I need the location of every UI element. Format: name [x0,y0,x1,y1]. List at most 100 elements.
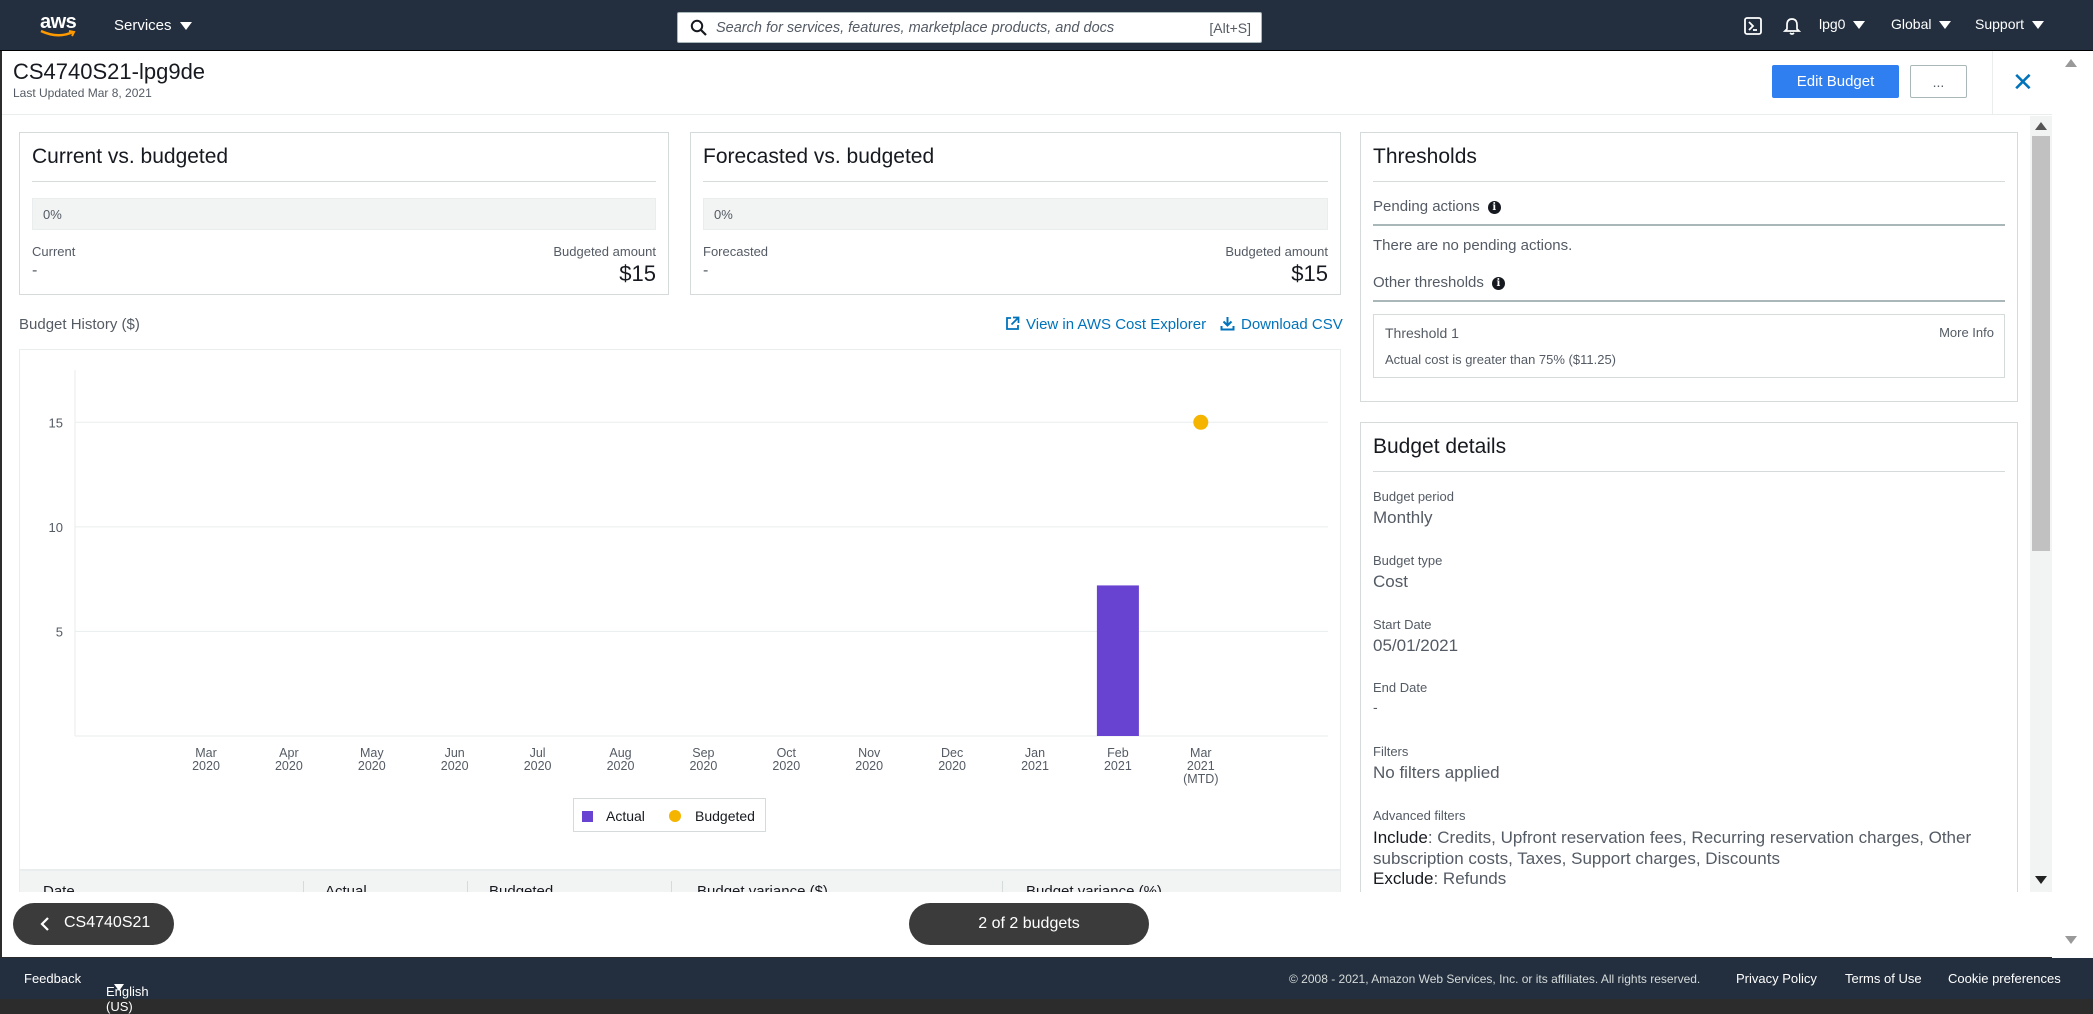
x-tick-label: 2020 [689,759,717,773]
previous-budget-button[interactable]: CS4740S21 [13,903,174,945]
budget-history-title: Budget History ($) [19,316,140,333]
cost-explorer-link[interactable]: View in AWS Cost Explorer [1005,316,1206,333]
chevron-down-icon [179,22,192,31]
forecasted-vs-budgeted-card: Forecasted vs. budgeted 0% Forecasted - … [690,132,1341,295]
column-actual[interactable]: Actual [325,883,367,892]
chevron-down-icon [114,984,124,991]
scroll-down-icon[interactable] [2065,936,2077,944]
search-input[interactable] [716,17,1186,39]
chevron-left-icon [40,917,49,931]
pending-actions-label: Pending actions [1373,198,1480,215]
budget-detail-panel: CS4740S21-lpg9de Last Updated Mar 8, 202… [2,51,2052,957]
x-tick-label: Nov [858,746,881,760]
privacy-policy-link[interactable]: Privacy Policy [1736,971,1817,986]
download-csv-link[interactable]: Download CSV [1220,316,1343,333]
y-tick-label: 15 [49,415,63,430]
y-tick-label: 5 [56,624,63,639]
edit-budget-button[interactable]: Edit Budget [1772,65,1899,98]
legend-budgeted-label: Budgeted [695,808,755,824]
exclude-value: : Refunds [1433,869,1507,888]
scroll-thumb[interactable] [2032,136,2050,551]
progress-bar: 0% [703,198,1328,230]
panel-header: CS4740S21-lpg9de Last Updated Mar 8, 202… [2,51,2052,115]
divider [1373,181,2005,182]
cookie-preferences-link[interactable]: Cookie preferences [1948,971,2061,986]
x-tick-label: (MTD) [1183,772,1218,786]
chevron-down-icon [1853,21,1866,30]
thresholds-card: Thresholds Pending actions i There are no… [1360,132,2018,402]
card-title: Thresholds [1373,145,1477,168]
column-date[interactable]: Date [43,883,75,892]
current-value: - [32,262,38,279]
legend-actual-label: Actual [606,808,645,824]
include-value: : Credits, Upfront reservation fees, Rec… [1373,828,1972,868]
services-menu[interactable]: Services [114,17,192,34]
x-tick-label: May [360,746,384,760]
info-icon[interactable]: i [1491,276,1505,290]
x-tick-label: 2020 [192,759,220,773]
region-label: Global [1891,16,1932,32]
content-scrollbar[interactable] [2030,116,2052,892]
column-budgeted[interactable]: Budgeted [489,883,553,892]
bell-icon[interactable] [1782,17,1802,39]
end-date-value: - [1373,699,1378,715]
threshold-item: Threshold 1 More Info Actual cost is gre… [1373,314,2005,378]
aws-smile-icon [40,29,76,37]
divider [1373,300,2005,302]
more-actions-button[interactable]: ... [1910,65,1967,98]
column-variance-percent[interactable]: Budget variance (%) [1026,883,1162,892]
more-info-link[interactable]: More Info [1939,325,1994,340]
close-icon[interactable]: ✕ [2012,67,2034,98]
budget-type-label: Budget type [1373,553,1443,568]
other-thresholds-heading: Other thresholds i [1373,274,1505,291]
page-scrollbar[interactable] [2052,51,2093,958]
top-navigation: aws Services [Alt+S] lpg0 Global Support [0,0,2093,51]
other-thresholds-label: Other thresholds [1373,274,1484,291]
external-link-icon [1006,316,1020,330]
search-shortcut: [Alt+S] [1209,20,1251,36]
progress-bar: 0% [32,198,656,230]
x-tick-label: Jul [530,746,546,760]
download-csv-label: Download CSV [1241,316,1343,333]
language-label: English (US) [106,984,149,1014]
history-table-header: Date Actual Budgeted Budget variance ($)… [19,870,1341,892]
x-tick-label: Oct [777,746,797,760]
cloudshell-icon[interactable] [1744,17,1762,38]
x-tick-label: 2020 [855,759,883,773]
x-tick-label: 2020 [358,759,386,773]
budgeted-amount-label: Budgeted amount [1225,244,1328,259]
x-tick-label: 2021 [1187,759,1215,773]
account-menu[interactable]: lpg0 [1819,16,1866,32]
current-vs-budgeted-card: Current vs. budgeted 0% Current - Budget… [19,132,669,295]
divider [1373,471,2005,472]
aws-logo[interactable]: aws [40,12,80,42]
divider [1373,224,2005,226]
x-tick-label: 2020 [275,759,303,773]
divider [703,181,1328,182]
divider [467,881,468,892]
budget-pager: CS4740S21 2 of 2 budgets [2,892,2052,957]
budget-period-label: Budget period [1373,489,1454,504]
budgeted-amount-label: Budgeted amount [553,244,656,259]
start-date-value: 05/01/2021 [1373,636,1459,655]
feedback-link[interactable]: Feedback [24,971,81,986]
column-variance-dollar[interactable]: Budget variance ($) [697,883,828,892]
search-icon [690,19,707,36]
terms-of-use-link[interactable]: Terms of Use [1845,971,1922,986]
info-icon[interactable]: i [1487,200,1501,214]
x-tick-label: 2021 [1104,759,1132,773]
filters-label: Filters [1373,744,1409,759]
scroll-down-icon[interactable] [2035,876,2047,884]
point-budgeted [1193,414,1209,430]
divider [1992,51,1993,115]
scroll-up-icon[interactable] [2035,122,2047,130]
x-tick-label: 2021 [1021,759,1049,773]
download-icon [1220,317,1235,331]
card-title: Budget details [1373,435,1507,458]
chevron-down-icon [1939,21,1952,30]
region-menu[interactable]: Global [1891,16,1952,32]
search-box[interactable]: [Alt+S] [677,12,1262,43]
support-menu[interactable]: Support [1975,16,2045,32]
scroll-up-icon[interactable] [2065,59,2077,67]
forecasted-value: - [703,262,709,279]
